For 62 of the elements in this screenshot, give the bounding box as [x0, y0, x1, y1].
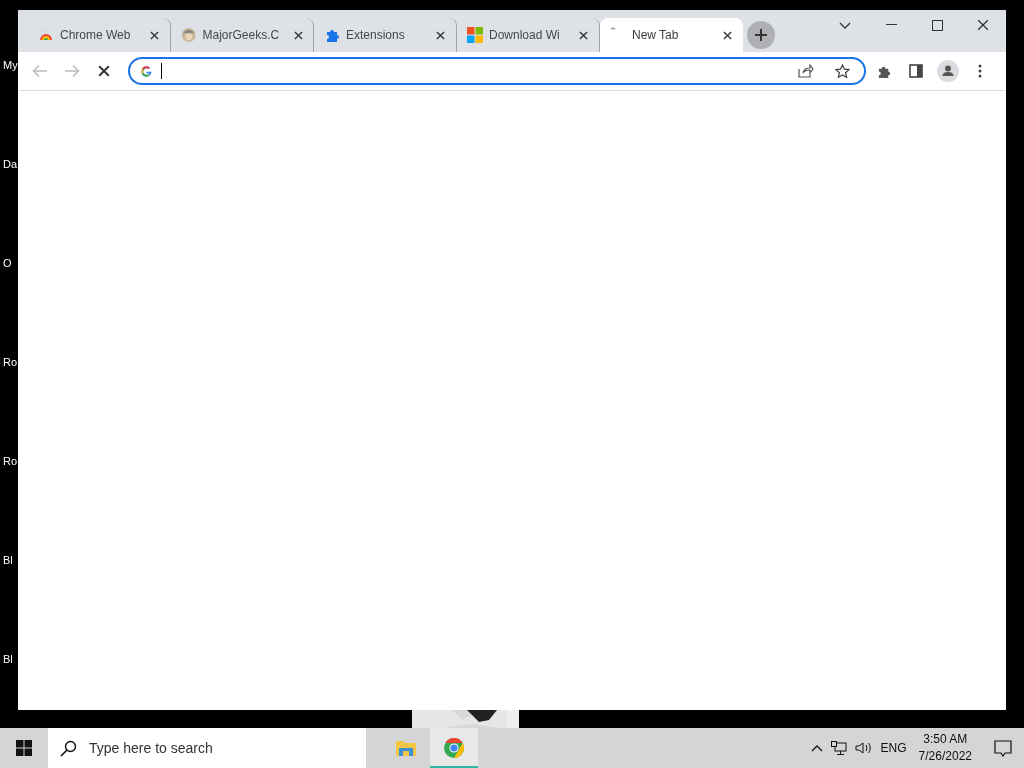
search-icon [60, 739, 77, 757]
desktop-icon-label[interactable]: My [0, 58, 18, 72]
share-icon [798, 64, 814, 78]
desktop-icon-label[interactable]: Da [0, 157, 18, 171]
chrome-icon [443, 737, 465, 759]
speaker-icon [854, 741, 873, 755]
star-icon [834, 63, 850, 79]
minimize-icon [885, 24, 897, 26]
taskbar-app-button[interactable] [430, 728, 478, 768]
tab-title: Chrome Web [60, 28, 131, 42]
close-icon [977, 19, 989, 31]
desktop-icon-label[interactable]: Bl [0, 652, 13, 666]
rainbow-icon [38, 27, 54, 43]
network-button[interactable] [830, 740, 847, 756]
clock-time[interactable]: 3:50 AM [923, 731, 968, 748]
browser-tab[interactable]: MajorGeeks.C [171, 18, 314, 52]
new-tab-button[interactable] [747, 21, 775, 49]
chevron-down-icon [839, 21, 851, 29]
avatar-icon [937, 60, 959, 82]
clock-date[interactable]: 7/26/2022 [918, 748, 972, 765]
folder-icon [395, 738, 417, 758]
windows-logo-icon [16, 740, 32, 756]
tab-title: MajorGeeks.C [202, 28, 280, 42]
taskbar-search-box[interactable]: Type here to search [48, 728, 366, 768]
chevron-up-icon [810, 744, 823, 752]
stop-icon [98, 65, 110, 77]
puzzle-icon [324, 27, 340, 43]
close-icon [293, 30, 303, 40]
menu-icon [978, 64, 982, 78]
browser-tab[interactable]: Download Wi [457, 18, 600, 52]
network-icon [830, 740, 847, 756]
language-indicator[interactable]: ENG [880, 741, 907, 755]
desktop-icon-label[interactable]: Ro [0, 355, 18, 369]
browser-tab[interactable]: New Tab [600, 18, 743, 52]
browser-tab[interactable]: Extensions [314, 18, 457, 52]
address-bar[interactable] [128, 57, 866, 85]
spinner-icon [610, 27, 616, 30]
maximize-icon [931, 19, 943, 31]
tab-title: Extensions [346, 28, 405, 42]
google-g-icon [140, 64, 153, 78]
desktop-icon-label[interactable]: Bl [0, 553, 13, 567]
desktop-icon-label[interactable]: Ro [0, 454, 18, 468]
tab-title: Download Wi [489, 28, 560, 42]
four-squares-icon [467, 27, 483, 43]
speech-bubble-icon [994, 739, 1012, 757]
profile-button[interactable] [934, 57, 962, 85]
taskbar-search-field[interactable]: Type here to search [87, 739, 341, 757]
close-icon [722, 30, 732, 40]
text-cursor [161, 63, 162, 79]
browser-tab[interactable]: Chrome Web [28, 18, 171, 52]
desktop-icon-label[interactable]: O [0, 256, 12, 270]
cartoon-face-icon [181, 26, 197, 44]
tab-title: New Tab [632, 28, 679, 42]
side-panel-icon [909, 64, 923, 78]
close-icon [149, 30, 159, 40]
plus-icon [754, 28, 768, 42]
show-hidden-icons-button[interactable] [810, 744, 823, 752]
close-icon [578, 30, 588, 40]
forward-arrow-icon [64, 64, 80, 78]
close-icon [435, 30, 445, 40]
back-arrow-icon [32, 64, 48, 78]
volume-button[interactable] [854, 741, 873, 755]
